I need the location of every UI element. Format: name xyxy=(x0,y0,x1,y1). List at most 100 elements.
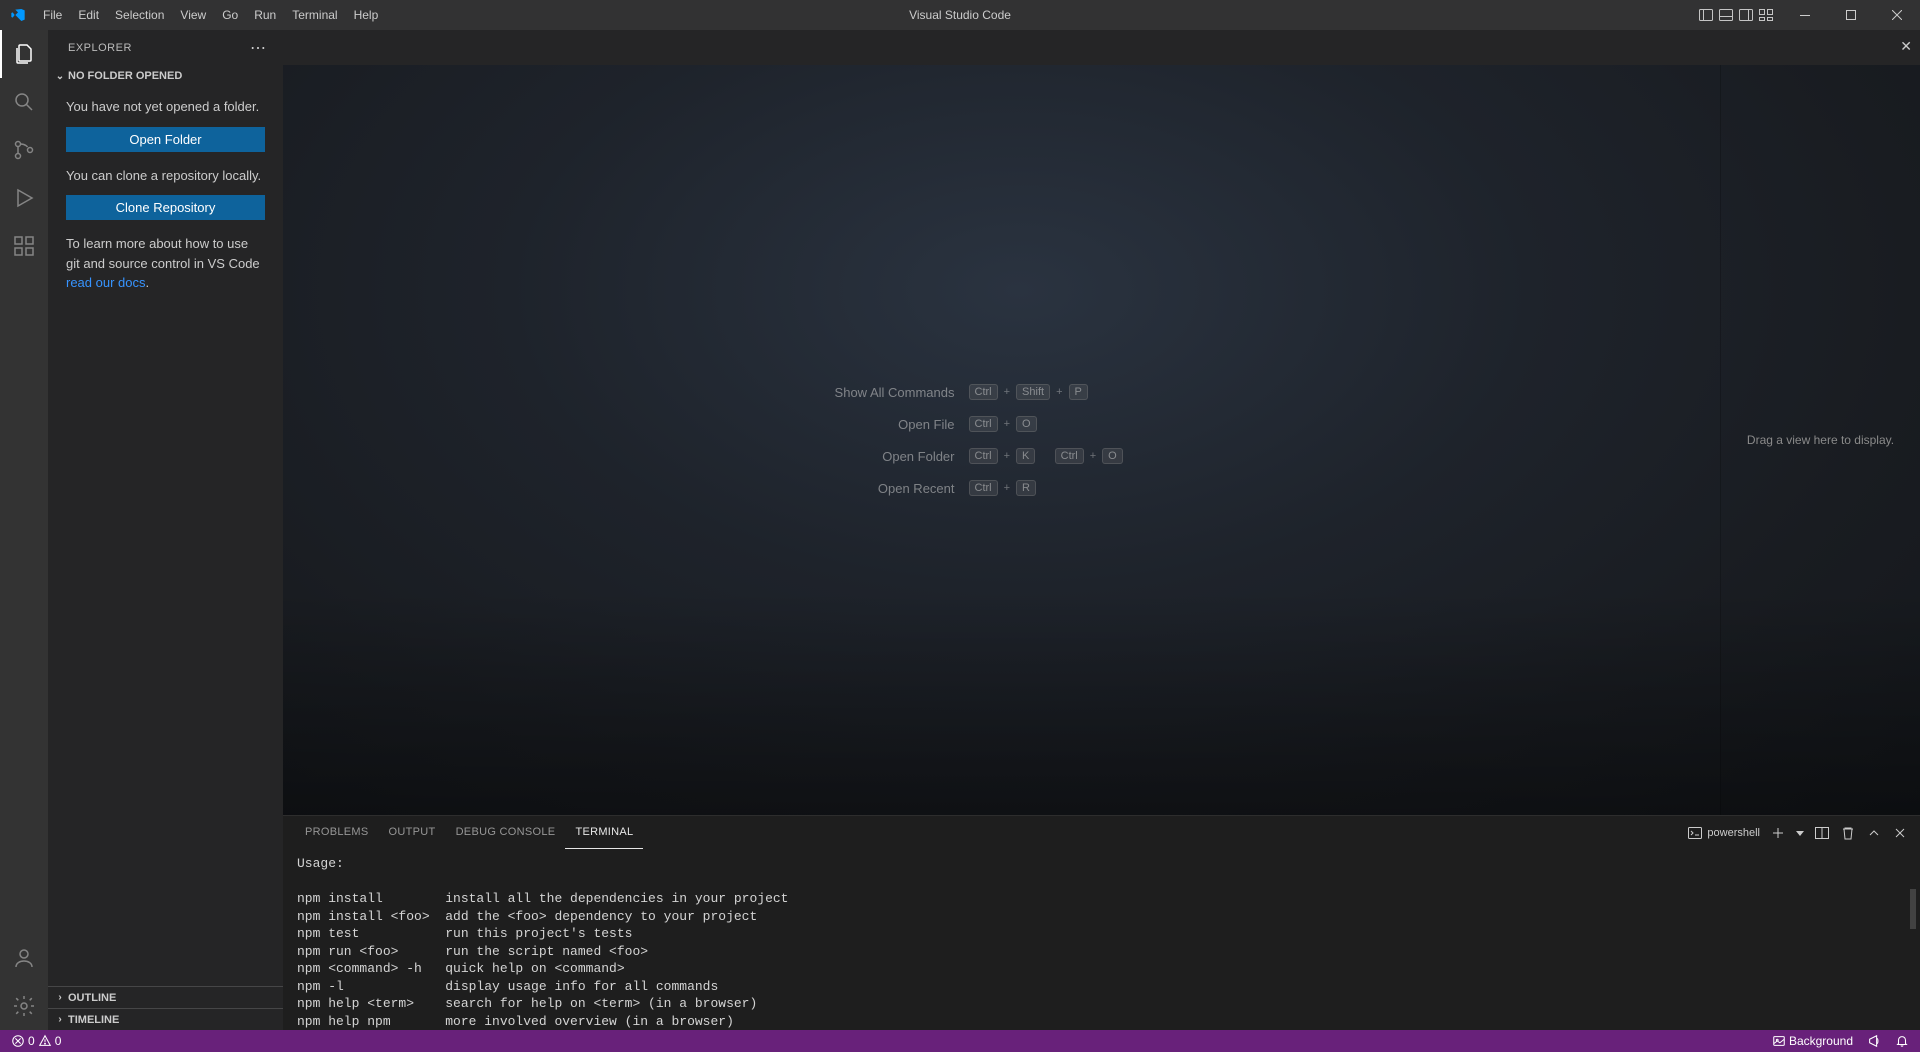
panel-tab-terminal[interactable]: TERMINAL xyxy=(565,816,643,849)
terminal-dropdown-icon[interactable] xyxy=(1796,829,1804,837)
search-icon xyxy=(12,90,36,114)
menu-file[interactable]: File xyxy=(35,0,70,30)
close-panel-icon[interactable] xyxy=(1892,825,1908,841)
status-notifications[interactable] xyxy=(1892,1034,1912,1048)
git-help-text-end: . xyxy=(146,275,150,290)
key: Ctrl xyxy=(969,448,998,464)
image-icon xyxy=(1772,1034,1786,1048)
menu-help[interactable]: Help xyxy=(346,0,387,30)
toggle-secondary-sidebar-icon[interactable] xyxy=(1738,7,1754,23)
key: Ctrl xyxy=(969,416,998,432)
key: P xyxy=(1069,384,1088,400)
tabs-bar: ✕ xyxy=(283,30,1920,65)
sidebar-title: EXPLORER xyxy=(68,42,132,54)
debug-icon xyxy=(12,186,36,210)
activity-source-control[interactable] xyxy=(0,126,48,174)
sidebar-explorer: EXPLORER ⋯ ⌄ NO FOLDER OPENED You have n… xyxy=(48,30,283,1030)
sidebar-header: EXPLORER ⋯ xyxy=(48,30,283,65)
megaphone-icon xyxy=(1867,1034,1881,1048)
no-folder-body: You have not yet opened a folder. Open F… xyxy=(48,87,283,313)
clone-repository-button[interactable]: Clone Repository xyxy=(66,195,265,220)
key: O xyxy=(1016,416,1037,432)
terminal-icon xyxy=(1687,825,1703,841)
titlebar: File Edit Selection View Go Run Terminal… xyxy=(0,0,1920,30)
kill-terminal-icon[interactable] xyxy=(1840,825,1856,841)
activity-run-debug[interactable] xyxy=(0,174,48,222)
menu-run[interactable]: Run xyxy=(246,0,284,30)
menu-go[interactable]: Go xyxy=(214,0,246,30)
status-problems[interactable]: 0 0 xyxy=(8,1034,64,1048)
key: Ctrl xyxy=(969,480,998,496)
section-timeline[interactable]: › TIMELINE xyxy=(48,1008,283,1030)
customize-layout-icon[interactable] xyxy=(1758,7,1774,23)
warning-count: 0 xyxy=(55,1034,62,1048)
terminal-profile[interactable]: powershell xyxy=(1687,825,1760,841)
window-controls xyxy=(1782,0,1920,30)
secondary-sidebar-drop[interactable]: Drag a view here to display. xyxy=(1720,65,1920,815)
panel-tab-debug-console[interactable]: DEBUG CONSOLE xyxy=(446,816,566,849)
error-icon xyxy=(11,1034,25,1048)
panel-tabs: PROBLEMS OUTPUT DEBUG CONSOLE TERMINAL p… xyxy=(283,816,1920,849)
key: O xyxy=(1102,448,1123,464)
warning-icon xyxy=(38,1034,52,1048)
activity-bar xyxy=(0,30,48,1030)
no-folder-text-2: You can clone a repository locally. xyxy=(66,166,265,186)
menu-edit[interactable]: Edit xyxy=(70,0,107,30)
git-help-text: To learn more about how to use git and s… xyxy=(66,236,260,271)
watermark-label: Open Folder xyxy=(575,449,955,464)
activity-explorer[interactable] xyxy=(0,30,48,78)
panel-tab-output[interactable]: OUTPUT xyxy=(379,816,446,849)
activity-extensions[interactable] xyxy=(0,222,48,270)
new-terminal-button[interactable] xyxy=(1770,825,1786,841)
open-folder-button[interactable]: Open Folder xyxy=(66,127,265,152)
close-window-button[interactable] xyxy=(1874,0,1920,30)
drop-hint-text: Drag a view here to display. xyxy=(1747,433,1894,447)
extensions-icon xyxy=(12,234,36,258)
status-bar: 0 0 Background xyxy=(0,1030,1920,1052)
menu-view[interactable]: View xyxy=(172,0,214,30)
toggle-primary-sidebar-icon[interactable] xyxy=(1698,7,1714,23)
minimize-button[interactable] xyxy=(1782,0,1828,30)
toggle-panel-icon[interactable] xyxy=(1718,7,1734,23)
no-folder-text-1: You have not yet opened a folder. xyxy=(66,97,265,117)
watermark-shortcuts: Show All Commands Ctrl+ Shift+ P Open Fi… xyxy=(283,384,1520,496)
chevron-right-icon: › xyxy=(52,992,68,1003)
editor-area: ✕ Show All Commands Ctrl+ Shift+ P Open … xyxy=(283,30,1920,1030)
account-icon xyxy=(12,946,36,970)
activity-accounts[interactable] xyxy=(0,934,48,982)
key: Ctrl xyxy=(1055,448,1084,464)
section-outline[interactable]: › OUTLINE xyxy=(48,986,283,1008)
maximize-panel-icon[interactable] xyxy=(1866,825,1882,841)
watermark-label: Show All Commands xyxy=(575,385,955,400)
layout-controls xyxy=(1698,7,1782,23)
panel: PROBLEMS OUTPUT DEBUG CONSOLE TERMINAL p… xyxy=(283,815,1920,1030)
read-our-docs-link[interactable]: read our docs xyxy=(66,275,146,290)
activity-manage[interactable] xyxy=(0,982,48,1030)
vscode-logo-icon xyxy=(0,7,35,23)
split-terminal-icon[interactable] xyxy=(1814,825,1830,841)
error-count: 0 xyxy=(28,1034,35,1048)
terminal-output[interactable]: Usage: npm install install all the depen… xyxy=(283,849,1920,1030)
panel-tab-problems[interactable]: PROBLEMS xyxy=(295,816,379,849)
status-background[interactable]: Background xyxy=(1769,1034,1856,1048)
key: K xyxy=(1016,448,1035,464)
section-no-folder-opened[interactable]: ⌄ NO FOLDER OPENED xyxy=(48,65,283,87)
outline-label: OUTLINE xyxy=(68,992,116,1004)
status-feedback[interactable] xyxy=(1864,1034,1884,1048)
files-icon xyxy=(12,42,36,66)
editor-empty: Show All Commands Ctrl+ Shift+ P Open Fi… xyxy=(283,65,1920,815)
maximize-button[interactable] xyxy=(1828,0,1874,30)
terminal-name: powershell xyxy=(1707,827,1760,839)
watermark-label: Open Recent xyxy=(575,481,955,496)
background-label: Background xyxy=(1789,1034,1853,1048)
timeline-label: TIMELINE xyxy=(68,1014,119,1026)
gear-icon xyxy=(12,994,36,1018)
menu-terminal[interactable]: Terminal xyxy=(284,0,345,30)
activity-search[interactable] xyxy=(0,78,48,126)
bell-icon xyxy=(1895,1034,1909,1048)
watermark-label: Open File xyxy=(575,417,955,432)
key: R xyxy=(1016,480,1036,496)
menu-selection[interactable]: Selection xyxy=(107,0,172,30)
sidebar-more-actions[interactable]: ⋯ xyxy=(250,38,267,58)
close-editor-icon[interactable]: ✕ xyxy=(1900,38,1912,55)
